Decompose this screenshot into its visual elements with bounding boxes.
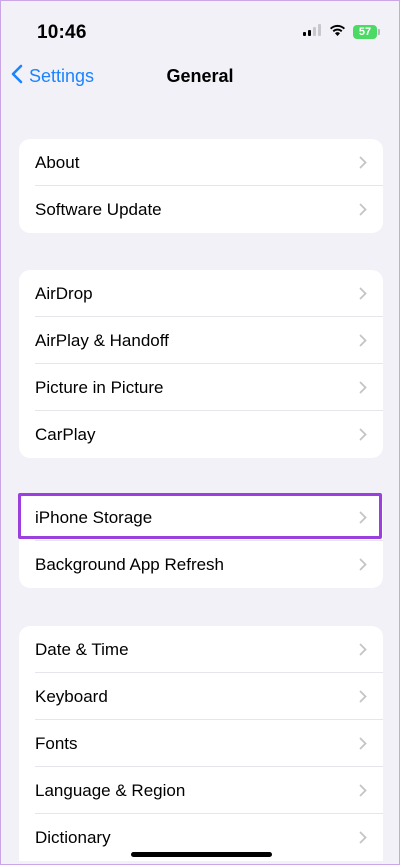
row-airdrop[interactable]: AirDrop	[19, 270, 383, 317]
row-background-app-refresh[interactable]: Background App Refresh	[19, 541, 383, 588]
chevron-right-icon	[359, 203, 367, 216]
settings-group-1: About Software Update	[19, 139, 383, 233]
row-label: AirPlay & Handoff	[35, 330, 169, 350]
status-icons: 57	[303, 23, 380, 41]
row-label: Language & Region	[35, 780, 186, 800]
row-label: AirDrop	[35, 283, 93, 303]
row-keyboard[interactable]: Keyboard	[19, 673, 383, 720]
status-time: 10:46	[37, 22, 87, 43]
row-label: Software Update	[35, 199, 162, 219]
row-label: Date & Time	[35, 639, 129, 659]
row-about[interactable]: About	[19, 139, 383, 186]
row-label: CarPlay	[35, 424, 96, 444]
row-date-time[interactable]: Date & Time	[19, 626, 383, 673]
row-fonts[interactable]: Fonts	[19, 720, 383, 767]
settings-group-2: AirDrop AirPlay & Handoff Picture in Pic…	[19, 270, 383, 458]
row-label: Background App Refresh	[35, 554, 225, 574]
settings-group-4: Date & Time Keyboard Fonts Language & Re…	[19, 626, 383, 861]
chevron-right-icon	[359, 831, 367, 844]
chevron-right-icon	[359, 690, 367, 703]
row-label: About	[35, 152, 80, 172]
highlight-box	[18, 493, 382, 539]
row-label: Keyboard	[35, 686, 108, 706]
row-label: Fonts	[35, 733, 78, 753]
chevron-right-icon	[359, 287, 367, 300]
chevron-right-icon	[359, 428, 367, 441]
chevron-right-icon	[359, 737, 367, 750]
battery-percent: 57	[358, 26, 372, 38]
row-airplay-handoff[interactable]: AirPlay & Handoff	[19, 317, 383, 364]
navigation-bar: Settings General	[1, 57, 399, 101]
home-indicator[interactable]	[131, 852, 272, 857]
row-software-update[interactable]: Software Update	[19, 186, 383, 233]
row-carplay[interactable]: CarPlay	[19, 411, 383, 458]
page-title: General	[166, 66, 234, 86]
row-picture-in-picture[interactable]: Picture in Picture	[19, 364, 383, 411]
status-bar: 10:46 57	[1, 1, 399, 57]
battery-icon: 57	[353, 25, 380, 39]
row-language-region[interactable]: Language & Region	[19, 767, 383, 814]
row-label: Dictionary	[35, 827, 111, 847]
row-label: Picture in Picture	[35, 377, 164, 397]
wifi-icon	[329, 23, 346, 41]
chevron-right-icon	[359, 558, 367, 571]
chevron-right-icon	[359, 334, 367, 347]
chevron-right-icon	[359, 784, 367, 797]
signal-icon	[303, 23, 322, 41]
chevron-right-icon	[359, 381, 367, 394]
chevron-right-icon	[359, 156, 367, 169]
chevron-right-icon	[359, 643, 367, 656]
